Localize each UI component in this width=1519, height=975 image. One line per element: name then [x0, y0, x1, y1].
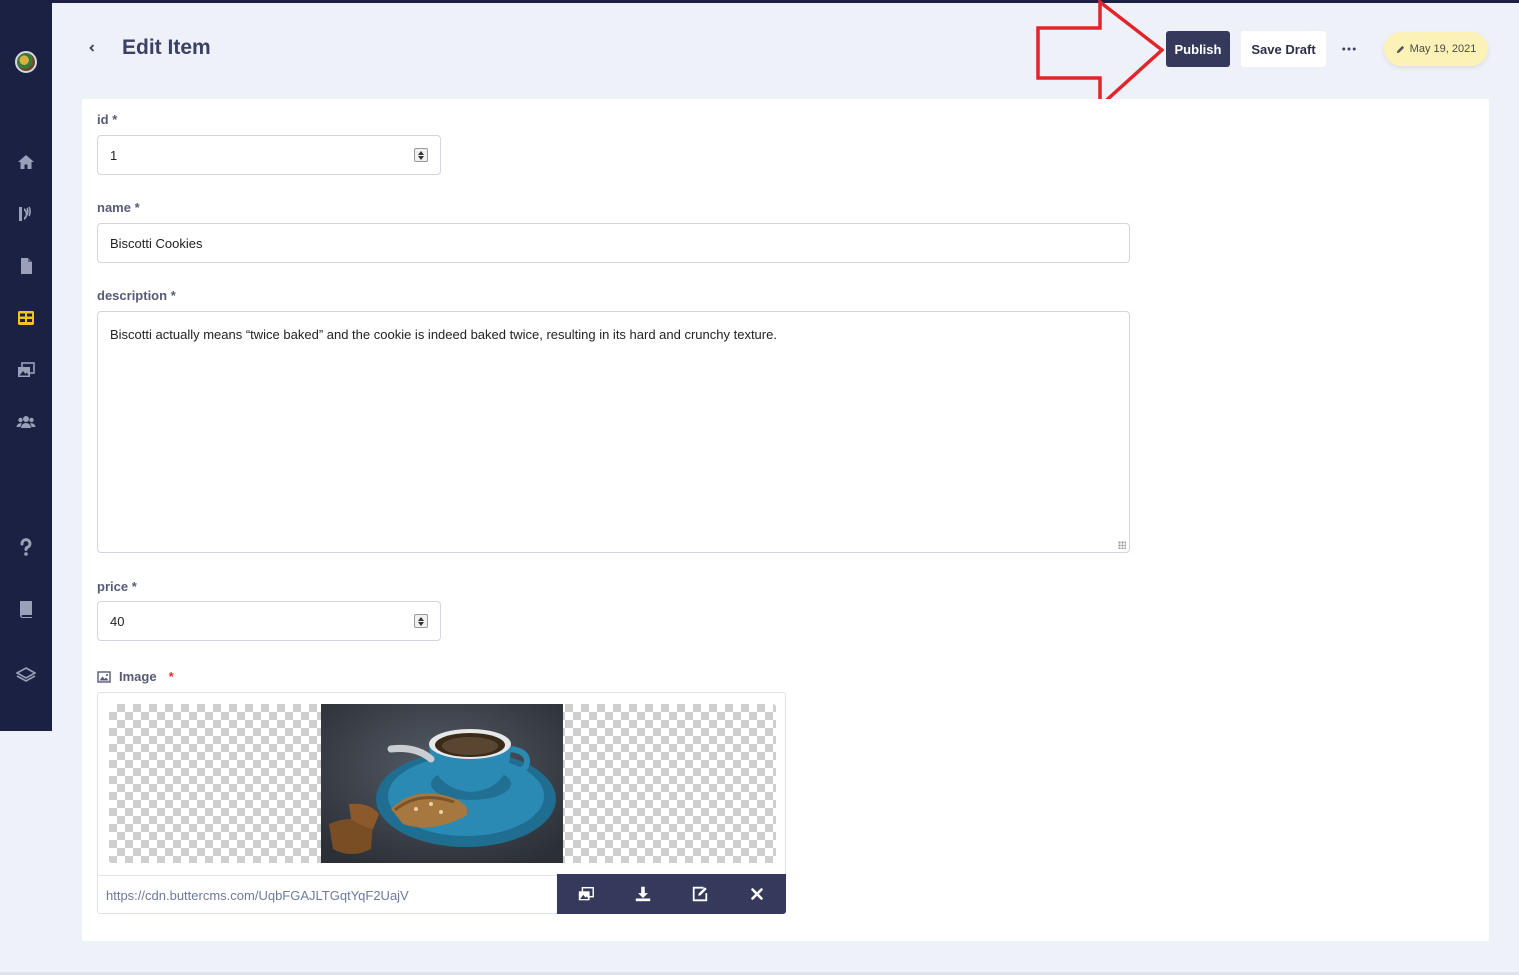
book-icon[interactable] — [14, 597, 38, 621]
publish-button[interactable]: Publish — [1166, 31, 1230, 67]
description-textarea[interactable]: Biscotti actually means “twice baked” an… — [97, 311, 1130, 553]
name-input[interactable]: Biscotti Cookies — [97, 223, 1130, 263]
price-label: price * — [97, 579, 137, 594]
home-icon[interactable] — [14, 150, 38, 174]
resize-handle[interactable] — [1118, 541, 1126, 549]
save-draft-button[interactable]: Save Draft — [1241, 31, 1326, 67]
download-icon — [635, 886, 650, 902]
remove-image-button[interactable] — [728, 874, 785, 914]
blog-icon[interactable] — [14, 202, 38, 226]
edit-icon — [692, 886, 707, 902]
edit-image-button[interactable] — [671, 874, 728, 914]
id-label: id * — [97, 112, 118, 127]
annotation-arrow-icon — [1036, 0, 1164, 110]
name-value: Biscotti Cookies — [110, 235, 203, 251]
top-border — [0, 0, 1519, 3]
users-icon[interactable] — [14, 410, 38, 434]
help-icon[interactable] — [14, 535, 38, 559]
image-toolbar — [557, 874, 786, 914]
back-button[interactable] — [82, 38, 102, 58]
close-icon — [750, 888, 763, 900]
id-input[interactable]: 1 — [97, 135, 441, 175]
description-label: description * — [97, 288, 176, 303]
pencil-icon — [1396, 45, 1404, 53]
date-label: May 19, 2021 — [1409, 43, 1477, 55]
name-label: name * — [97, 200, 140, 215]
org-logo[interactable] — [15, 51, 37, 73]
media-library-button[interactable] — [557, 874, 614, 914]
image-url-field[interactable]: https://cdn.buttercms.com/UqbFGAJLTGqtYq… — [98, 875, 557, 914]
image-field-label: Image * — [97, 669, 174, 684]
date-badge[interactable]: May 19, 2021 — [1384, 32, 1488, 66]
price-input[interactable]: 40 — [97, 601, 441, 641]
page-title: Edit Item — [122, 36, 211, 59]
page-icon[interactable] — [14, 254, 38, 278]
media-icon[interactable] — [14, 358, 38, 382]
image-preview[interactable] — [109, 704, 776, 863]
layers-icon[interactable] — [14, 663, 38, 687]
description-value: Biscotti actually means “twice baked” an… — [110, 327, 777, 342]
sidebar — [0, 3, 52, 731]
price-value: 40 — [110, 613, 125, 629]
image-url-value: https://cdn.buttercms.com/UqbFGAJLTGqtYq… — [106, 887, 409, 903]
table-icon[interactable] — [14, 306, 38, 330]
download-button[interactable] — [614, 874, 671, 914]
ellipsis-icon — [1342, 47, 1356, 51]
image-thumbnail — [321, 704, 563, 863]
price-stepper[interactable] — [414, 614, 428, 628]
id-value: 1 — [110, 147, 118, 163]
chevron-left-icon — [89, 44, 95, 52]
media-icon — [578, 886, 594, 901]
more-options-button[interactable] — [1336, 38, 1362, 60]
image-icon — [97, 670, 111, 683]
image-uploader: https://cdn.buttercms.com/UqbFGAJLTGqtYq… — [97, 692, 786, 914]
id-stepper[interactable] — [414, 148, 428, 162]
